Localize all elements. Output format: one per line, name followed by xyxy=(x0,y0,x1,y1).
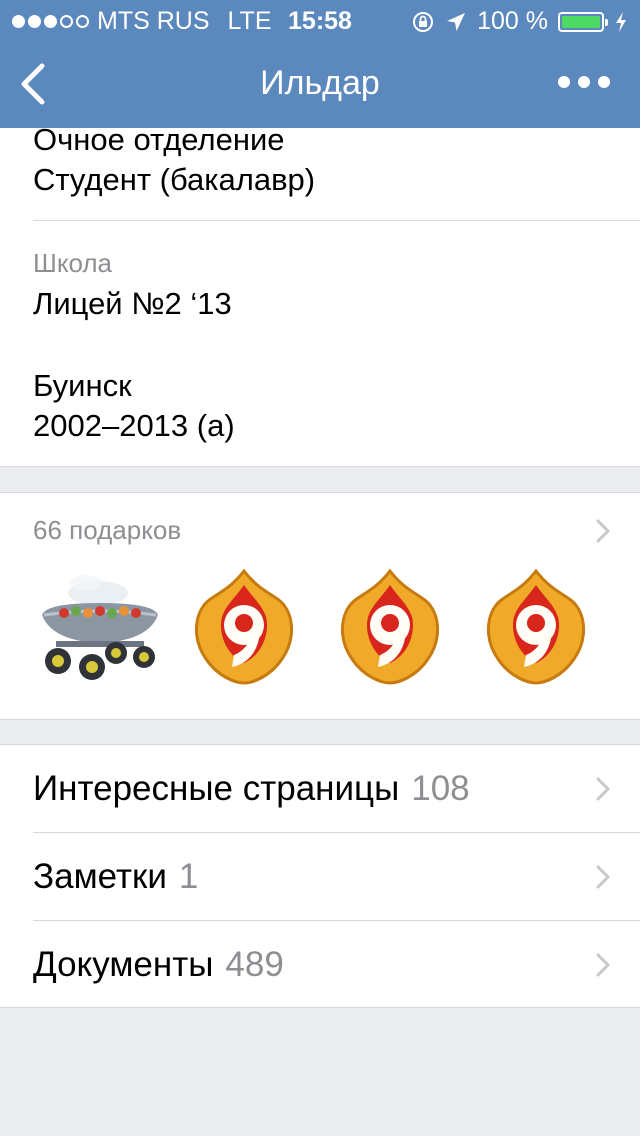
location-arrow-icon xyxy=(447,12,466,31)
status-right: 100 % xyxy=(411,7,628,36)
list-item-label: Документы 489 xyxy=(33,945,284,985)
documents-count: 489 xyxy=(225,945,284,984)
education-form: Очное отделение xyxy=(33,122,285,157)
gifts-header: 66 подарков xyxy=(33,515,182,545)
rotation-lock-icon xyxy=(413,11,434,32)
divider xyxy=(33,220,640,221)
documents-label: Документы xyxy=(33,945,214,984)
battery-percent: 100 % xyxy=(477,7,548,35)
school-caption: Школа xyxy=(33,248,113,278)
education-section: Очное отделение Студент (бакалавр) Школа… xyxy=(0,122,640,467)
notes-label: Заметки xyxy=(33,857,167,896)
school-years: 2002–2013 (а) xyxy=(33,408,235,443)
chevron-right-icon xyxy=(596,953,610,977)
gifts-section[interactable]: 66 подарков xyxy=(0,492,640,720)
list-item-notes[interactable]: Заметки 1 xyxy=(0,833,640,920)
chevron-right-icon xyxy=(596,777,610,801)
nav-bar: Ильдар xyxy=(0,40,640,128)
number-nine-gift-icon[interactable] xyxy=(472,563,600,691)
list-item-interesting-pages[interactable]: Интересные страницы 108 xyxy=(0,745,640,832)
grill-gift-icon[interactable] xyxy=(36,563,164,691)
number-nine-gift-icon[interactable] xyxy=(326,563,454,691)
chevron-right-icon xyxy=(596,865,610,889)
interesting-pages-label: Интересные страницы xyxy=(33,769,400,808)
page-title: Ильдар xyxy=(260,64,380,102)
charging-bolt-icon xyxy=(616,11,626,32)
notes-count: 1 xyxy=(178,857,199,896)
education-status: Студент (бакалавр) xyxy=(33,162,316,197)
chevron-right-icon xyxy=(596,519,610,543)
interesting-pages-count: 108 xyxy=(411,769,470,808)
number-nine-gift-icon[interactable] xyxy=(180,563,308,691)
battery-icon xyxy=(558,11,608,32)
more-dots-icon[interactable] xyxy=(558,76,610,88)
list-item-label: Заметки 1 xyxy=(33,857,198,897)
school-city: Буинск xyxy=(33,368,132,403)
school-name: Лицей №2 ‘13 xyxy=(33,286,232,321)
list-item-documents[interactable]: Документы 489 xyxy=(0,921,640,1007)
list-item-label: Интересные страницы 108 xyxy=(33,769,470,809)
links-section: Интересные страницы 108 Заметки 1 Документ… xyxy=(0,744,640,1008)
status-bar: MTS RUS LTE 15:58 100 % xyxy=(0,0,640,40)
top-bar: MTS RUS LTE 15:58 100 % Ильдар xyxy=(0,0,640,128)
